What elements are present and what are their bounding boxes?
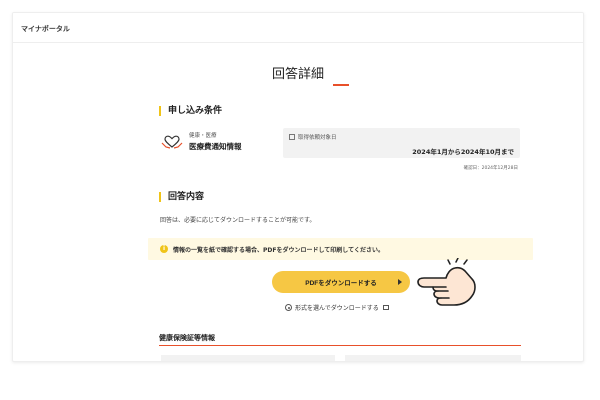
insurance-card-right [345,355,521,361]
pdf-download-label: PDFをダウンロードする [305,280,377,287]
section-heading-answer: 回答内容 [159,192,204,202]
external-window-icon [382,305,389,310]
pointing-hand-icon [417,258,476,306]
target-date-label: 取得依頼対象日 [298,135,337,141]
insurance-underline [159,345,521,346]
print-notice: i 情報の一覧を紙で確認する場合、PDFをダウンロードして印刷してください。 [148,238,533,260]
pdf-download-button[interactable]: PDFをダウンロードする [272,271,410,293]
heart-hands-icon [161,135,183,149]
page-title: 回答詳細 [271,67,324,82]
section-heading-insurance: 健康保険証等情報 [159,334,215,342]
page-frame: マイナポータル 回答詳細 申し込み条件 健康・医療 医療費通知情報 取得依頼対象… [12,12,584,362]
calendar-icon [289,134,295,140]
header: マイナポータル [13,13,583,43]
notice-text: 情報の一覧を紙で確認する場合、PDFをダウンロードして印刷してください。 [173,247,384,254]
target-date-value: 2024年1月から2024年10月まで [412,148,514,156]
radio-icon [285,304,292,311]
confirm-date: 確認日：2024年12月28日 [463,166,518,171]
answer-description: 回答は、必要に応じてダウンロードすることが可能です。 [160,217,316,224]
category-sub-label: 健康・医療 [189,133,217,139]
section-heading-conditions: 申し込み条件 [159,106,222,116]
arrow-right-icon [398,279,402,285]
brand-logo[interactable]: マイナポータル [21,24,70,34]
title-underline [333,84,349,86]
insurance-card-left [161,355,335,361]
info-icon: i [160,245,168,253]
format-select-download-link[interactable]: 形式を選んでダウンロードする [285,303,389,312]
category-main-label: 医療費通知情報 [189,142,242,151]
format-link-label: 形式を選んでダウンロードする [295,305,379,312]
target-date-label-row: 取得依頼対象日 [289,133,337,141]
target-date-box: 取得依頼対象日 2024年1月から2024年10月まで [283,128,520,158]
